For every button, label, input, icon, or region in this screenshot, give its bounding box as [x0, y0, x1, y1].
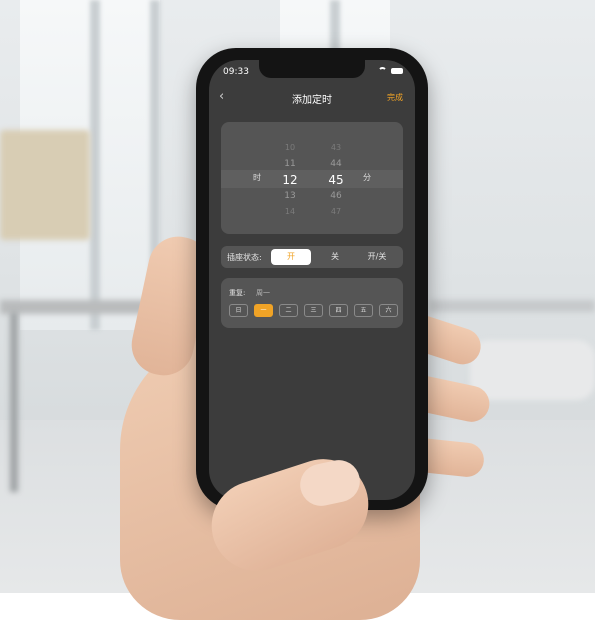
shelf: [0, 130, 90, 240]
day-sun[interactable]: 日: [229, 304, 248, 317]
socket-state-control: 插座状态: 开 关 开/关: [221, 246, 403, 268]
day-tue[interactable]: 二: [279, 304, 298, 317]
minute-option-selected: 45: [328, 173, 344, 187]
phone-notch: [259, 60, 365, 78]
minute-option: 44: [330, 159, 342, 169]
wifi-icon: [378, 67, 387, 74]
picker-selection-band: [221, 170, 403, 188]
chair: [470, 340, 595, 400]
repeat-card: 重复: 周一 日 一 二 三 四 五 六: [221, 278, 403, 328]
hour-unit-label: 时: [253, 173, 261, 182]
phone-screen: 09:33 ‹ 添加定时 完成 时 10 11 12 13 14 43 44 4…: [209, 60, 415, 500]
desk-leg: [10, 312, 18, 492]
page-title: 添加定时: [292, 95, 332, 106]
socket-on-option[interactable]: 开: [271, 249, 311, 265]
side-table: [430, 300, 595, 312]
repeat-value: 周一: [256, 289, 270, 297]
minute-option: 46: [330, 191, 342, 201]
battery-icon: [391, 67, 403, 74]
hour-wheel[interactable]: 10 11 12 13 14: [275, 140, 305, 220]
status-icons: [378, 67, 403, 74]
socket-off-option[interactable]: 关: [315, 249, 355, 265]
weekday-selector: 日 一 二 三 四 五 六: [229, 304, 398, 317]
repeat-label: 重复:: [229, 289, 246, 297]
status-time: 09:33: [223, 67, 249, 77]
day-mon[interactable]: 一: [254, 304, 273, 317]
socket-toggle-option[interactable]: 开/关: [357, 249, 397, 265]
day-thu[interactable]: 四: [329, 304, 348, 317]
day-fri[interactable]: 五: [354, 304, 373, 317]
done-button[interactable]: 完成: [387, 92, 403, 103]
minute-option: 47: [330, 207, 342, 216]
hour-option: 13: [284, 191, 296, 201]
minute-unit-label: 分: [363, 173, 371, 182]
window-frame: [90, 0, 100, 330]
hour-option-selected: 12: [282, 173, 298, 187]
time-picker[interactable]: 时 10 11 12 13 14 43 44 45 46 47 分: [221, 122, 403, 234]
day-sat[interactable]: 六: [379, 304, 398, 317]
navbar: ‹ 添加定时 完成: [209, 88, 415, 108]
minute-wheel[interactable]: 43 44 45 46 47: [321, 140, 351, 220]
hour-option: 11: [284, 159, 296, 169]
minute-option: 43: [330, 143, 342, 152]
hour-option: 10: [284, 143, 296, 152]
day-wed[interactable]: 三: [304, 304, 323, 317]
hour-option: 14: [284, 207, 296, 216]
socket-state-label: 插座状态:: [227, 253, 262, 262]
